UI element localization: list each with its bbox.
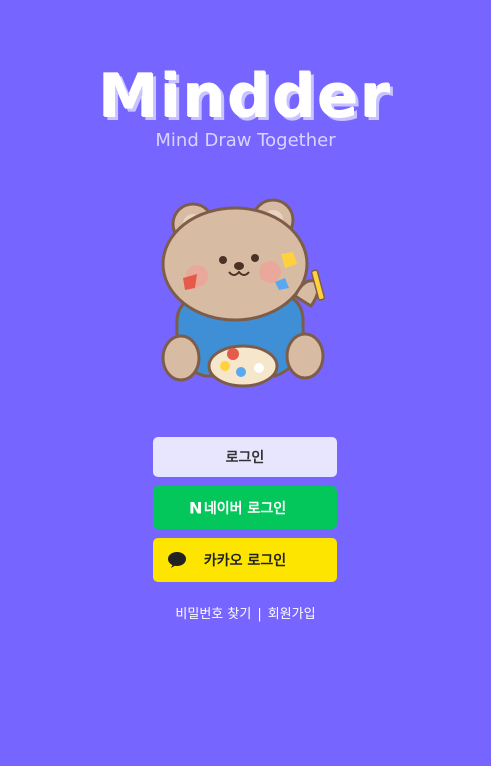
login-button[interactable]: 로그인 — [153, 437, 337, 477]
logo-title: Mindder — [98, 62, 393, 132]
find-password-link[interactable]: 비밀번호 찾기 — [175, 607, 251, 622]
login-button-label: 로그인 — [225, 450, 265, 466]
tagline: Mind Draw Together — [155, 130, 336, 151]
bear-painter-icon — [161, 198, 326, 388]
kakao-login-button[interactable]: 카카오 로그인 — [153, 538, 337, 582]
account-links: 비밀번호 찾기 | 회원가입 — [0, 603, 491, 622]
naver-login-button[interactable]: N 네이버 로그인 — [153, 486, 337, 529]
signup-link[interactable]: 회원가입 — [268, 607, 316, 622]
kakao-login-label: 카카오 로그인 — [203, 553, 287, 569]
naver-login-label: 네이버 로그인 — [203, 500, 287, 517]
link-separator: | — [257, 607, 262, 622]
kakao-talk-bubble-icon — [168, 552, 186, 568]
naver-n-icon: N — [189, 498, 203, 517]
